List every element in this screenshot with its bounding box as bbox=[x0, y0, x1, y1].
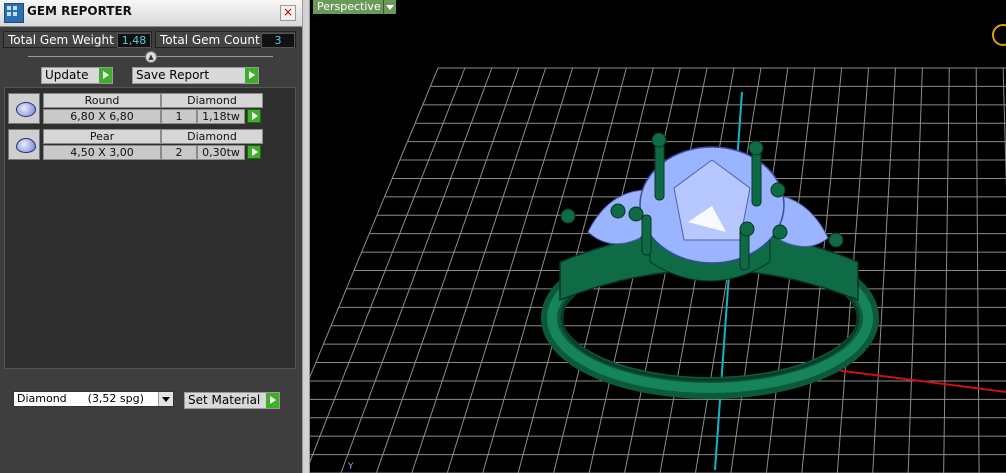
gem-count: 1 bbox=[161, 109, 197, 124]
round-gem-icon bbox=[8, 93, 40, 124]
total-weight-box: Total Gem Weight 1,48 bbox=[3, 31, 152, 48]
gem-reporter-icon bbox=[4, 3, 24, 23]
gem-shape: Pear bbox=[43, 129, 161, 144]
play-icon bbox=[99, 68, 112, 83]
gem-weight: 1,18tw bbox=[197, 109, 245, 124]
save-report-button[interactable]: Save Report bbox=[132, 67, 259, 84]
material-select-value: Diamond (3,52 spg) bbox=[17, 392, 144, 405]
ring-scene bbox=[310, 67, 1006, 473]
total-weight-value: 1,48 bbox=[117, 33, 151, 48]
axis-label: Y bbox=[348, 462, 354, 472]
gem-material: Diamond bbox=[161, 129, 263, 144]
gem-size: 6,80 X 6,80 bbox=[43, 109, 161, 124]
panel-titlebar: GEM REPORTER × bbox=[0, 0, 302, 27]
gem-material: Diamond bbox=[161, 93, 263, 108]
set-material-label: Set Material bbox=[188, 393, 261, 407]
update-button[interactable]: Update bbox=[41, 67, 113, 84]
gem-list: Round Diamond 6,80 X 6,80 1 1,18tw Pear … bbox=[4, 87, 296, 369]
gem-row-pear[interactable]: Pear Diamond 4,50 X 3,00 2 0,30tw bbox=[8, 129, 270, 161]
gem-reporter-panel: GEM REPORTER × Total Gem Weight 1,48 Tot… bbox=[0, 0, 302, 473]
set-material-button[interactable]: Set Material bbox=[184, 392, 280, 409]
total-count-label: Total Gem Count bbox=[160, 33, 260, 47]
panel-splitter[interactable] bbox=[302, 0, 310, 473]
gem-select-button[interactable] bbox=[247, 145, 261, 159]
total-weight-label: Total Gem Weight bbox=[8, 33, 114, 47]
close-icon: × bbox=[282, 5, 294, 19]
chevron-down-icon[interactable] bbox=[383, 0, 396, 14]
update-label: Update bbox=[45, 68, 89, 82]
gem-shape: Round bbox=[43, 93, 161, 108]
gem-row-round[interactable]: Round Diamond 6,80 X 6,80 1 1,18tw bbox=[8, 93, 270, 125]
panel-title: GEM REPORTER bbox=[27, 4, 132, 18]
save-report-label: Save Report bbox=[136, 68, 210, 82]
close-button[interactable]: × bbox=[280, 5, 296, 21]
3d-viewport[interactable]: Perspective Y bbox=[310, 0, 1006, 473]
total-count-value: 3 bbox=[261, 33, 295, 48]
view-mode-label[interactable]: Perspective bbox=[313, 0, 385, 14]
total-count-box: Total Gem Count 3 bbox=[155, 31, 296, 48]
gem-select-button[interactable] bbox=[247, 109, 261, 123]
gem-weight: 0,30tw bbox=[197, 145, 245, 160]
chevron-down-icon[interactable] bbox=[158, 392, 173, 406]
play-icon bbox=[266, 393, 279, 408]
ring-model bbox=[541, 132, 879, 399]
play-icon bbox=[245, 68, 258, 83]
gem-count: 2 bbox=[161, 145, 197, 160]
pear-gem-icon bbox=[8, 129, 40, 160]
collapse-button[interactable]: ▲ bbox=[145, 51, 157, 63]
material-select[interactable]: Diamond (3,52 spg) bbox=[13, 391, 174, 407]
gem-size: 4,50 X 3,00 bbox=[43, 145, 161, 160]
